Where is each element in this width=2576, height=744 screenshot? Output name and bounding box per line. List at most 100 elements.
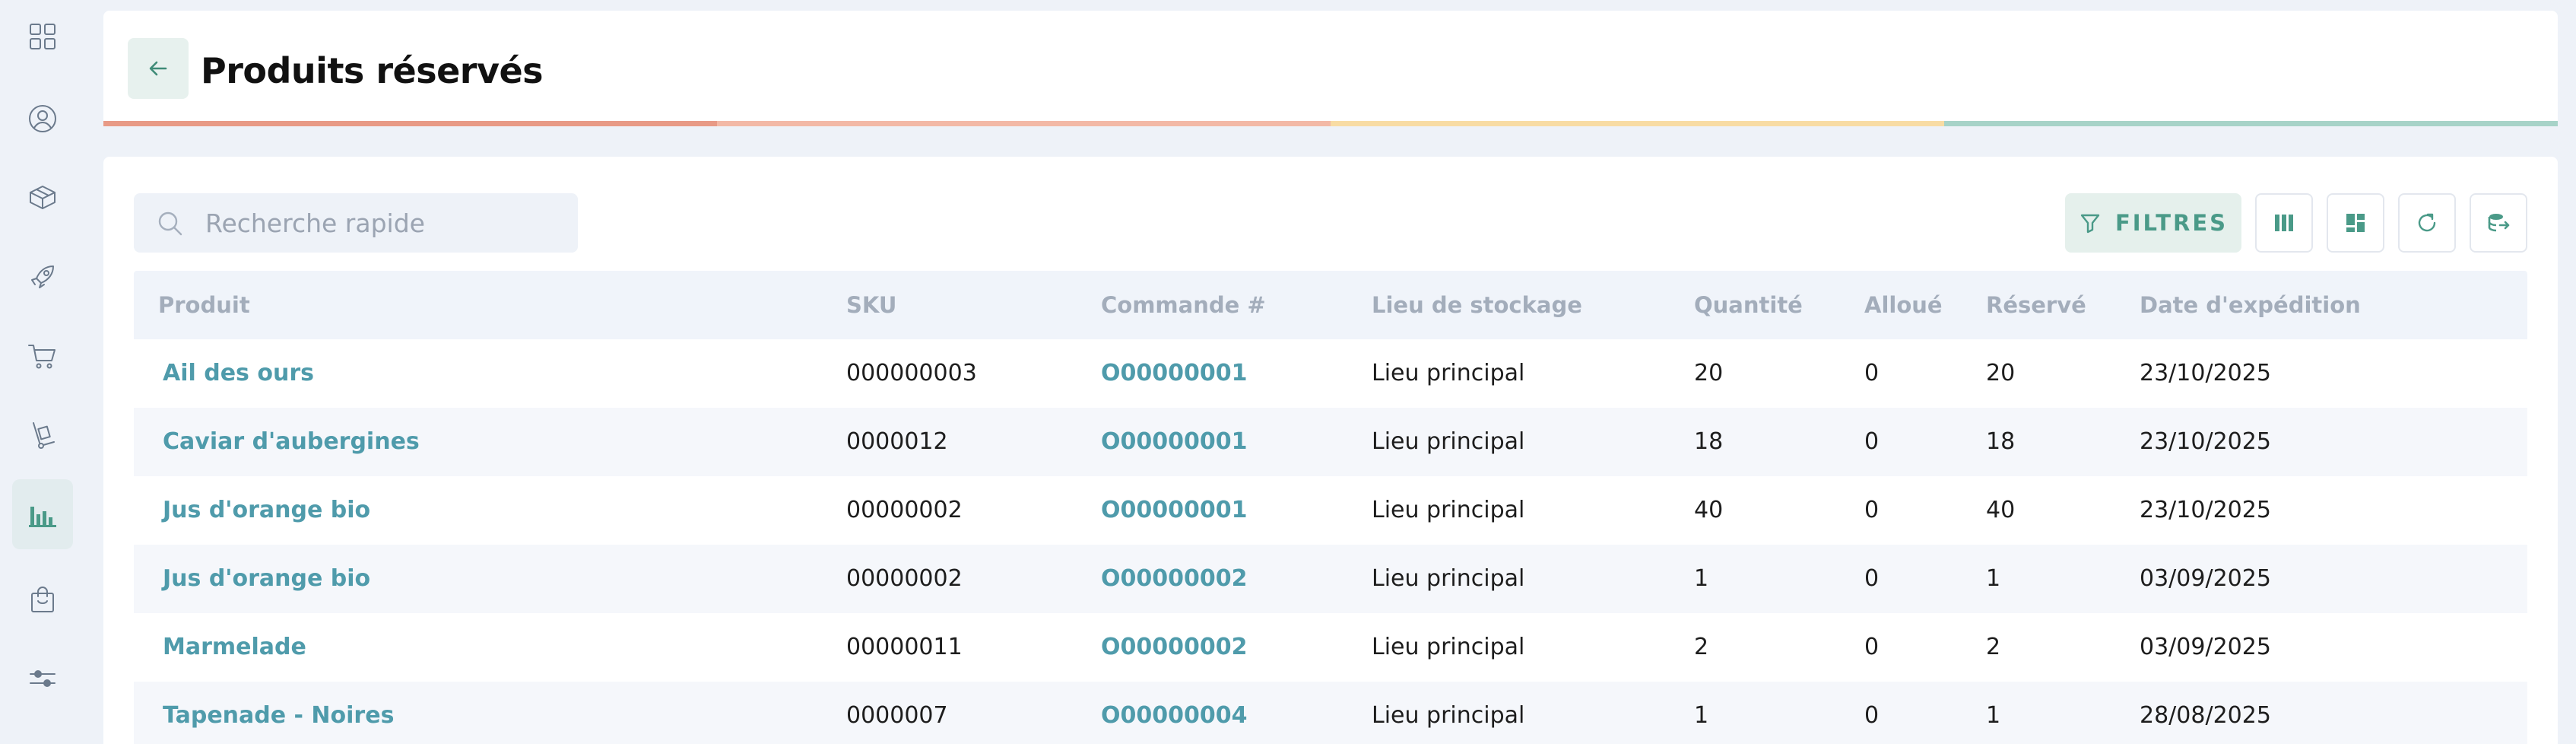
ship-date-cell: 23/10/2025 [2140,428,2271,455]
box-icon [30,186,56,209]
table-row[interactable]: Marmelade 00000011 O00000002 Lieu princi… [134,613,2527,682]
product-link[interactable]: Jus d'orange bio [163,545,370,613]
sidebar-item-launches[interactable] [12,242,73,312]
column-header-sku[interactable]: SKU [846,292,896,318]
page-title: Produits réservés [201,50,544,91]
quantity-cell: 1 [1694,565,1709,592]
progress-segment-1 [103,121,717,126]
search-input[interactable] [205,193,563,253]
export-button[interactable] [2470,193,2527,253]
reserved-cell: 1 [1986,702,2001,729]
order-link[interactable]: O00000002 [1101,613,1248,682]
sku-cell: 00000002 [846,497,963,523]
sku-cell: 00000011 [846,634,963,660]
product-link[interactable]: Marmelade [163,613,306,682]
sidebar-item-contacts[interactable] [12,84,73,154]
reserved-cell: 2 [1986,634,2001,660]
column-header-location[interactable]: Lieu de stockage [1372,292,1582,318]
sidebar-item-products[interactable] [12,163,73,233]
reserved-products-table: Produit SKU Commande # Lieu de stockage … [134,271,2527,744]
column-header-allocated[interactable]: Alloué [1864,292,1943,318]
product-link[interactable]: Ail des ours [163,339,314,408]
bar-chart-icon [29,507,56,527]
allocated-cell: 0 [1864,702,1880,729]
location-cell: Lieu principal [1372,565,1525,592]
allocated-cell: 0 [1864,428,1880,455]
quantity-cell: 18 [1694,428,1724,455]
user-circle-icon [29,105,56,132]
allocated-cell: 0 [1864,497,1880,523]
cart-icon [28,345,56,369]
sku-cell: 00000002 [846,565,963,592]
reserved-cell: 40 [1986,497,2016,523]
progress-segment-2 [717,121,1331,126]
product-link[interactable]: Jus d'orange bio [163,476,370,545]
sidebar-item-dashboard[interactable] [12,2,73,72]
shopping-bag-icon [31,587,54,612]
reserved-cell: 1 [1986,565,2001,592]
sidebar-item-purchases[interactable] [12,321,73,391]
layout-button[interactable] [2327,193,2384,253]
sku-cell: 0000012 [846,428,948,455]
sidebar-item-settings[interactable] [12,644,73,714]
ship-date-cell: 28/08/2025 [2140,702,2271,729]
search-box [134,193,578,253]
order-link[interactable]: O00000004 [1101,682,1248,744]
toolbar: FILTRES [2065,193,2527,253]
table-row[interactable]: Ail des ours 000000003 O00000001 Lieu pr… [134,339,2527,408]
table-header: Produit SKU Commande # Lieu de stockage … [134,271,2527,339]
table-row[interactable]: Caviar d'aubergines 0000012 O00000001 Li… [134,408,2527,476]
order-link[interactable]: O00000001 [1101,476,1248,545]
rocket-icon [31,265,54,288]
table-row[interactable]: Tapenade - Noires 0000007 O00000004 Lieu… [134,682,2527,744]
column-header-reserved[interactable]: Réservé [1986,292,2086,318]
order-link[interactable]: O00000001 [1101,339,1248,408]
order-link[interactable]: O00000002 [1101,545,1248,613]
ship-date-cell: 23/10/2025 [2140,360,2271,386]
sku-cell: 000000003 [846,360,977,386]
column-header-order[interactable]: Commande # [1101,292,1266,318]
location-cell: Lieu principal [1372,634,1525,660]
sidebar-item-logistics[interactable] [12,400,73,470]
column-header-quantity[interactable]: Quantité [1694,292,1803,318]
column-header-product[interactable]: Produit [158,292,250,318]
refresh-icon [2418,213,2436,232]
database-export-icon [2488,214,2510,232]
ship-date-cell: 23/10/2025 [2140,497,2271,523]
column-header-ship-date[interactable]: Date d'expédition [2140,292,2361,318]
location-cell: Lieu principal [1372,497,1525,523]
sidebar-item-sales[interactable] [12,564,73,634]
quantity-cell: 20 [1694,360,1724,386]
dashboard-layout-icon [2346,214,2365,232]
refresh-button[interactable] [2398,193,2456,253]
sku-cell: 0000007 [846,702,948,729]
hand-truck-icon [33,422,55,449]
back-button[interactable] [128,38,189,99]
main-panel: FILTRES [103,157,2558,744]
sidebar-item-reports[interactable] [12,479,73,549]
product-link[interactable]: Caviar d'aubergines [163,408,420,476]
ship-date-cell: 03/09/2025 [2140,634,2271,660]
location-cell: Lieu principal [1372,702,1525,729]
reserved-cell: 18 [1986,428,2016,455]
sliders-icon [30,670,56,687]
allocated-cell: 0 [1864,565,1880,592]
page-header: Produits réservés [103,11,2558,126]
ship-date-cell: 03/09/2025 [2140,565,2271,592]
quantity-cell: 40 [1694,497,1724,523]
table-row[interactable]: Jus d'orange bio 00000002 O00000002 Lieu… [134,545,2527,613]
table-row[interactable]: Jus d'orange bio 00000002 O00000001 Lieu… [134,476,2527,545]
order-link[interactable]: O00000001 [1101,408,1248,476]
allocated-cell: 0 [1864,360,1880,386]
filter-icon [2080,214,2100,234]
progress-segment-4 [1944,121,2558,126]
columns-button[interactable] [2255,193,2313,253]
filters-button[interactable]: FILTRES [2065,193,2241,253]
location-cell: Lieu principal [1372,360,1525,386]
arrow-left-icon [149,61,167,76]
product-link[interactable]: Tapenade - Noires [163,682,394,744]
progress-bar [103,121,2558,126]
columns-icon [2275,215,2293,231]
allocated-cell: 0 [1864,634,1880,660]
quantity-cell: 2 [1694,634,1709,660]
